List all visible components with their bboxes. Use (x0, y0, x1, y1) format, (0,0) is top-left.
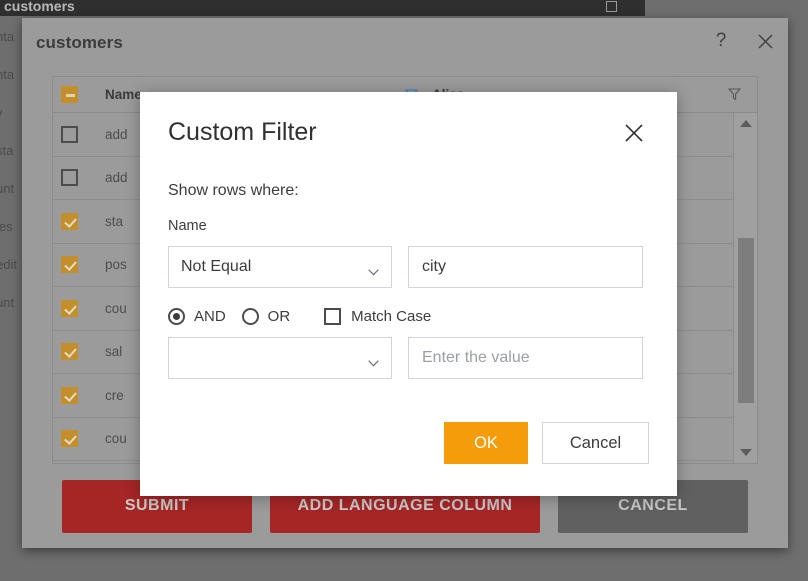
row-checkbox-cell[interactable] (61, 387, 105, 404)
custom-filter-modal: Custom Filter Show rows where: Name Not … (140, 92, 677, 496)
clipped-label: nta (0, 56, 22, 94)
filter-field-label: Name (168, 218, 649, 234)
ok-button[interactable]: OK (444, 422, 528, 464)
clipped-label: unt (0, 284, 22, 322)
modal-action-buttons: OK Cancel (444, 422, 649, 464)
row-checkbox-cell[interactable] (61, 300, 105, 317)
row-checkbox[interactable] (61, 213, 78, 230)
match-case-checkbox[interactable] (324, 308, 341, 325)
row-checkbox[interactable] (61, 343, 78, 360)
row-checkbox-cell[interactable] (61, 126, 105, 143)
operator-select-2-wrap[interactable] (168, 337, 392, 379)
scrollbar-thumb[interactable] (738, 238, 754, 403)
dialog-header-actions: ? (710, 30, 776, 52)
operator-select-2[interactable] (168, 337, 392, 379)
background-window-title: customers (4, 0, 75, 13)
clipped-label: edit (0, 246, 22, 284)
clipped-label: unt (0, 170, 22, 208)
row-checkbox[interactable] (61, 126, 78, 143)
grid-filter-icon[interactable] (719, 88, 749, 101)
operator-select-1[interactable]: Not Equal (168, 246, 392, 288)
modal-header: Custom Filter (168, 92, 649, 148)
clipped-label: sta (0, 132, 22, 170)
row-checkbox[interactable] (61, 256, 78, 273)
row-checkbox[interactable] (61, 300, 78, 317)
page-title: customers (36, 33, 123, 53)
background-left-clipped-column: nta nta y sta unt les edit unt (0, 18, 22, 478)
condition-row-1: Not Equal (168, 246, 649, 288)
row-checkbox[interactable] (61, 169, 78, 186)
clipped-label: y (0, 94, 22, 132)
app-root: customers nta nta y sta unt les edit unt… (0, 0, 808, 581)
row-checkbox-cell[interactable] (61, 256, 105, 273)
select-all-checkbox-cell[interactable] (61, 86, 105, 103)
customers-dialog-header: customers ? (22, 18, 788, 68)
grid-vertical-scrollbar[interactable] (733, 113, 757, 463)
logic-operator-row: AND OR Match Case (168, 308, 649, 325)
row-checkbox[interactable] (61, 430, 78, 447)
row-checkbox-cell[interactable] (61, 430, 105, 447)
background-window-box-icon (606, 1, 617, 12)
row-checkbox-cell[interactable] (61, 169, 105, 186)
filter-value-input-2[interactable] (408, 337, 643, 379)
background-window-titlebar: customers (0, 0, 645, 16)
radio-and-label: AND (194, 308, 226, 325)
close-icon[interactable] (754, 30, 776, 52)
condition-row-2 (168, 337, 649, 379)
clipped-label: nta (0, 18, 22, 56)
radio-and[interactable] (168, 308, 185, 325)
match-case-label: Match Case (351, 308, 431, 325)
show-rows-label: Show rows where: (168, 182, 649, 200)
modal-title: Custom Filter (168, 116, 317, 148)
cancel-button[interactable]: Cancel (542, 422, 649, 464)
select-all-checkbox[interactable] (61, 86, 78, 103)
clipped-label: les (0, 208, 22, 246)
row-checkbox[interactable] (61, 387, 78, 404)
close-icon[interactable] (619, 118, 649, 148)
help-icon[interactable]: ? (710, 30, 732, 52)
filter-value-input-1[interactable] (408, 246, 643, 288)
scroll-down-arrow-icon[interactable] (740, 449, 752, 456)
row-checkbox-cell[interactable] (61, 343, 105, 360)
radio-or[interactable] (242, 308, 259, 325)
row-checkbox-cell[interactable] (61, 213, 105, 230)
scroll-up-arrow-icon[interactable] (740, 120, 752, 127)
operator-select-1-wrap[interactable]: Not Equal (168, 246, 392, 288)
radio-or-label: OR (268, 308, 291, 325)
